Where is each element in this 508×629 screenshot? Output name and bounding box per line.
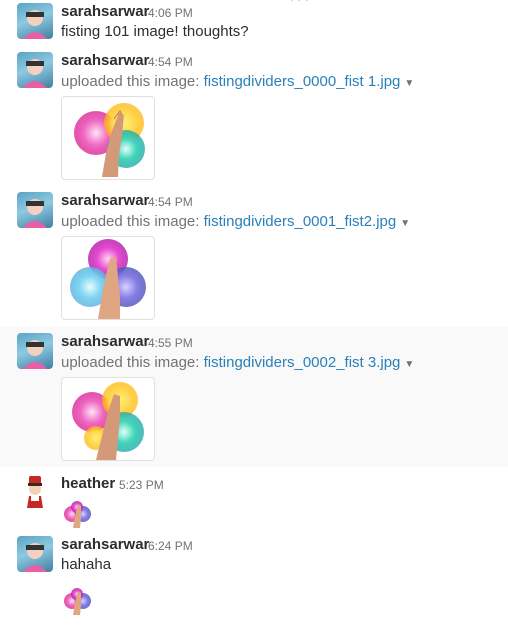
message-1: sarahsarwar 4:06 PM fisting 101 image! t… xyxy=(0,0,508,44)
message-time[interactable]: 5:23 PM xyxy=(119,478,164,492)
upload-prefix: uploaded this image: xyxy=(61,73,204,90)
fist-emoji-icon[interactable] xyxy=(61,585,95,615)
message-time[interactable]: 4:54 PM xyxy=(148,55,193,69)
avatar-heather-icon[interactable] xyxy=(17,474,53,510)
message-author[interactable]: sarahsarwar xyxy=(61,52,149,69)
message-author[interactable]: sarahsarwar xyxy=(61,333,149,350)
message-3: sarahsarwar 4:54 PM uploaded this image:… xyxy=(0,188,508,326)
image-thumbnail[interactable] xyxy=(61,96,155,180)
image-thumbnail[interactable] xyxy=(61,236,155,320)
message-author[interactable]: sarahsarwar xyxy=(61,192,149,209)
file-link[interactable]: fistingdividers_0000_fist 1.jpg xyxy=(204,73,401,90)
avatar-sarah-icon[interactable] xyxy=(17,333,53,369)
message-author[interactable]: sarahsarwar xyxy=(61,3,149,20)
upload-prefix: uploaded this image: xyxy=(61,213,204,230)
caret-down-icon[interactable]: ▼ xyxy=(404,359,414,370)
avatar-sarah-icon[interactable] xyxy=(17,3,53,39)
message-author[interactable]: heather xyxy=(61,475,115,492)
avatar-sarah-icon[interactable] xyxy=(17,536,53,572)
message-time[interactable]: 4:55 PM xyxy=(148,336,193,350)
upload-line: uploaded this image: fistingdividers_000… xyxy=(61,354,414,371)
avatar-sarah-icon[interactable] xyxy=(17,52,53,88)
fist-emoji-icon[interactable] xyxy=(61,498,95,528)
message-5: heather 5:23 PM xyxy=(0,470,508,530)
message-2: sarahsarwar 4:54 PM uploaded this image:… xyxy=(0,48,508,186)
message-time[interactable]: 6:24 PM xyxy=(148,539,193,553)
message-6: sarahsarwar 6:24 PM hahaha xyxy=(0,531,508,629)
file-link[interactable]: fistingdividers_0001_fist2.jpg xyxy=(204,213,397,230)
message-text: hahaha xyxy=(61,556,112,573)
message-time[interactable]: 4:06 PM xyxy=(148,6,193,20)
caret-down-icon[interactable]: ▼ xyxy=(400,218,410,229)
message-4: sarahsarwar 4:55 PM uploaded this image:… xyxy=(0,327,508,467)
file-link[interactable]: fistingdividers_0002_fist 3.jpg xyxy=(204,354,401,371)
message-author[interactable]: sarahsarwar xyxy=(61,536,149,553)
message-text: fisting 101 image! thoughts? xyxy=(61,23,249,40)
upload-prefix: uploaded this image: xyxy=(61,354,204,371)
image-thumbnail[interactable] xyxy=(61,377,155,461)
avatar-sarah-icon[interactable] xyxy=(17,192,53,228)
caret-down-icon[interactable]: ▼ xyxy=(404,78,414,89)
message-time[interactable]: 4:54 PM xyxy=(148,195,193,209)
upload-line: uploaded this image: fistingdividers_000… xyxy=(61,73,414,90)
upload-line: uploaded this image: fistingdividers_000… xyxy=(61,213,410,230)
